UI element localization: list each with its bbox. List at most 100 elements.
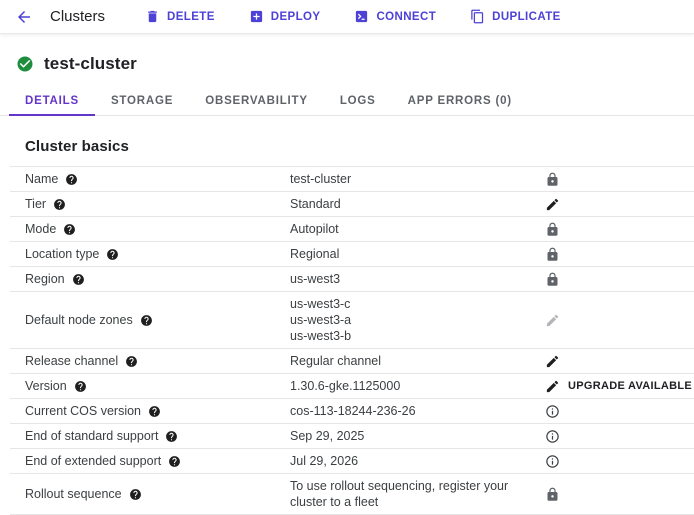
table-row: End of extended support Jul 29, 2026 (10, 449, 694, 474)
row-label: Name (25, 172, 58, 186)
row-value: Regular channel (290, 353, 545, 369)
value-line: Regular channel (290, 353, 535, 369)
row-label: End of standard support (25, 429, 158, 443)
page-title: Clusters (50, 8, 105, 25)
row-label: End of extended support (25, 454, 161, 468)
help-icon[interactable] (72, 273, 85, 286)
row-action-cell (545, 172, 694, 187)
help-icon[interactable] (74, 380, 87, 393)
toolbar-button-label: CONNECT (376, 11, 436, 23)
row-action-cell (545, 354, 694, 369)
row-label: Mode (25, 222, 56, 236)
table-row: Tier Standard (10, 192, 694, 217)
help-icon[interactable] (63, 223, 76, 236)
tab-logs[interactable]: LOGS (324, 86, 392, 115)
tab-bar: DETAILS STORAGE OBSERVABILITY LOGS APP E… (0, 86, 694, 116)
row-label-cell: Mode (10, 222, 290, 236)
value-line: Standard (290, 196, 535, 212)
row-action-cell (545, 222, 694, 237)
info-icon[interactable] (545, 429, 560, 444)
help-icon[interactable] (140, 314, 153, 327)
back-button[interactable] (12, 5, 36, 29)
row-action-cell (545, 429, 694, 444)
help-icon[interactable] (106, 248, 119, 261)
arrow-left-icon (15, 8, 33, 26)
value-line: Autopilot (290, 221, 535, 237)
row-label-cell: End of standard support (10, 429, 290, 443)
table-row: Default node zones us-west3-cus-west3-au… (10, 292, 694, 349)
table-row: Current COS version cos-113-18244-236-26 (10, 399, 694, 424)
row-value: Standard (290, 196, 545, 212)
plus-box-icon (249, 9, 264, 24)
help-icon[interactable] (129, 488, 142, 501)
row-label-cell: Default node zones (10, 313, 290, 327)
table-row: Version 1.30.6-gke.1125000 UPGRADE AVAIL… (10, 374, 694, 399)
row-action-cell (545, 404, 694, 419)
edit-icon[interactable] (545, 197, 560, 212)
help-icon[interactable] (148, 405, 161, 418)
row-value: Jul 29, 2026 (290, 453, 545, 469)
tab-observability[interactable]: OBSERVABILITY (189, 86, 324, 115)
value-line: us-west3 (290, 271, 535, 287)
row-label: Release channel (25, 354, 118, 368)
tab-storage[interactable]: STORAGE (95, 86, 189, 115)
cluster-name: test-cluster (44, 54, 137, 74)
row-label-cell: Location type (10, 247, 290, 261)
edit-icon[interactable] (545, 354, 560, 369)
value-line: 1.30.6-gke.1125000 (290, 378, 535, 394)
help-icon[interactable] (165, 430, 178, 443)
value-line: us-west3-c (290, 296, 535, 312)
row-label-cell: Name (10, 172, 290, 186)
table-row: Release channel Regular channel (10, 349, 694, 374)
lock-icon (545, 222, 560, 237)
duplicate-button[interactable]: DUPLICATE (470, 9, 561, 24)
upgrade-available-link[interactable]: UPGRADE AVAILABLE (568, 380, 692, 392)
lock-icon (545, 247, 560, 262)
row-action-cell (545, 247, 694, 262)
cluster-basics-table: Name test-cluster Tier Standard Mode Aut… (10, 166, 694, 515)
lock-icon (545, 272, 560, 287)
row-value: Autopilot (290, 221, 545, 237)
value-line: cos-113-18244-236-26 (290, 403, 535, 419)
value-line: us-west3-b (290, 328, 535, 344)
table-row: Name test-cluster (10, 167, 694, 192)
value-line: test-cluster (290, 171, 535, 187)
tab-details[interactable]: DETAILS (9, 86, 95, 115)
deploy-button[interactable]: DEPLOY (249, 9, 321, 24)
help-icon[interactable] (168, 455, 181, 468)
row-label: Default node zones (25, 313, 133, 327)
row-value: us-west3 (290, 271, 545, 287)
table-row: Location type Regional (10, 242, 694, 267)
row-action-cell (545, 272, 694, 287)
row-label: Version (25, 379, 67, 393)
edit-icon[interactable] (545, 313, 560, 328)
row-label-cell: Tier (10, 197, 290, 211)
action-bar: Clusters DELETE DEPLOY CONNECT DUPLICATE (0, 0, 694, 33)
toolbar-button-label: DUPLICATE (492, 11, 561, 23)
info-icon[interactable] (545, 404, 560, 419)
row-label: Region (25, 272, 65, 286)
row-label: Current COS version (25, 404, 141, 418)
cluster-header: test-cluster (0, 33, 694, 86)
row-label-cell: Rollout sequence (10, 487, 290, 501)
row-value: To use rollout sequencing, register your… (290, 478, 545, 510)
info-icon[interactable] (545, 454, 560, 469)
help-icon[interactable] (53, 198, 66, 211)
row-action-cell (545, 454, 694, 469)
tab-app-errors-0-[interactable]: APP ERRORS (0) (392, 86, 528, 115)
row-value: us-west3-cus-west3-aus-west3-b (290, 296, 545, 344)
row-value: 1.30.6-gke.1125000 (290, 378, 545, 394)
connect-button[interactable]: CONNECT (354, 9, 436, 24)
row-value: Sep 29, 2025 (290, 428, 545, 444)
edit-icon[interactable] (545, 379, 560, 394)
lock-icon (545, 172, 560, 187)
lock-icon (545, 487, 560, 502)
check-circle-icon (16, 55, 34, 73)
help-icon[interactable] (125, 355, 138, 368)
row-label-cell: Release channel (10, 354, 290, 368)
value-line: Jul 29, 2026 (290, 453, 535, 469)
toolbar-actions: DELETE DEPLOY CONNECT DUPLICATE (145, 9, 561, 24)
toolbar-button-label: DEPLOY (271, 11, 321, 23)
delete-button[interactable]: DELETE (145, 9, 215, 24)
help-icon[interactable] (65, 173, 78, 186)
